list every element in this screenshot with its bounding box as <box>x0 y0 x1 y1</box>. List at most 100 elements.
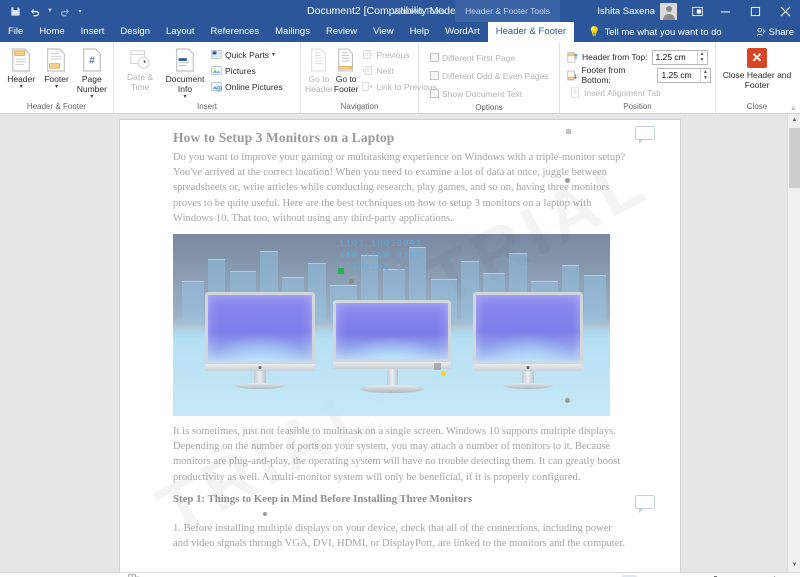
page-content[interactable]: How to Setup 3 Monitors on a Laptop Do y… <box>173 130 628 559</box>
close-button[interactable] <box>770 0 800 22</box>
go-to-footer-button[interactable]: Go to Footer <box>333 45 359 94</box>
comment-bubble-icon[interactable] <box>635 495 655 513</box>
group-label-position: Position <box>623 102 652 111</box>
selection-handle-box[interactable] <box>434 363 441 371</box>
chevron-down-icon[interactable]: ▾ <box>55 84 58 90</box>
document-page[interactable]: TRIAL TRIAL How to Setup 3 Monitors on a… <box>120 120 680 572</box>
header-from-top-row: Header from Top: 1.25 cm ▲ ▼ <box>567 49 711 65</box>
document-image[interactable]: 1101 10010001 110 1100 0111 1 001100 11 <box>173 234 610 417</box>
footer-from-bottom-stepper[interactable]: ▲ ▼ <box>700 68 710 82</box>
monitor-right <box>473 292 583 390</box>
header-button[interactable]: Header ▾ <box>4 45 38 90</box>
undo-dropdown-icon[interactable]: ▼ <box>46 2 54 20</box>
date-time-icon <box>130 50 150 69</box>
quick-parts-button[interactable]: Quick Parts ▾ <box>208 47 286 62</box>
ribbon-group-close: ✕ Close Header and Footer Close ▵ <box>716 42 798 113</box>
redo-icon[interactable] <box>56 2 74 20</box>
tab-references[interactable]: References <box>203 22 268 42</box>
tab-home[interactable]: Home <box>31 22 72 42</box>
group-label-header-footer: Header & Footer <box>26 102 87 111</box>
selection-handle-yellow[interactable] <box>441 371 446 377</box>
pictures-button[interactable]: Pictures <box>208 63 286 78</box>
document-paragraph-3: 1. Before installing multiple displays o… <box>173 522 626 550</box>
selection-handle-green[interactable] <box>338 268 344 275</box>
ribbon-group-header-footer: Header ▾ Footer ▾ # Page Number ▾ Header… <box>0 42 114 113</box>
different-odd-even-pages-checkbox[interactable]: Different Odd & Even Pages <box>427 68 552 83</box>
insert-alignment-tab-button[interactable]: Insert Alignment Tab <box>567 85 711 100</box>
binary-line-1: 1101 10010001 <box>339 239 423 250</box>
header-button-label: Header <box>7 74 36 84</box>
tab-insert[interactable]: Insert <box>73 22 113 42</box>
scroll-up-icon[interactable]: ▲ <box>788 114 800 127</box>
document-info-button[interactable]: Document Info ▾ <box>163 45 207 100</box>
language-indicator[interactable]: English (United States) <box>144 573 247 577</box>
minimize-button[interactable] <box>710 0 740 22</box>
footer-from-bottom-input[interactable]: 1.25 cm ▲ ▼ <box>657 67 711 83</box>
next-label: Next <box>376 65 394 76</box>
date-and-time-label: Date & Time <box>127 72 153 92</box>
tell-me-search[interactable]: 💡 Tell me what you want to do <box>588 22 722 42</box>
save-icon[interactable] <box>6 2 24 20</box>
vertical-scrollbar[interactable]: ▲ ▼ <box>787 114 800 572</box>
tab-help[interactable]: Help <box>402 22 438 42</box>
date-and-time-button[interactable]: Date & Time <box>118 45 162 92</box>
tab-header-and-footer[interactable]: Header & Footer <box>487 22 575 42</box>
show-document-text-checkbox[interactable]: Show Document Text <box>427 86 552 101</box>
link-to-previous-icon <box>362 82 374 91</box>
footer-button[interactable]: Footer ▾ <box>39 45 73 90</box>
quick-parts-label: Quick Parts <box>225 49 269 60</box>
next-section-icon <box>362 66 373 75</box>
heading-anchor-handle <box>566 129 571 134</box>
contextual-tab-titles: WordArt Tools Header & Footer Tools <box>382 0 560 22</box>
footer-button-label: Footer <box>44 74 69 84</box>
word-count[interactable]: 1764 words <box>64 573 124 577</box>
ribbon-tabs: File Home Insert Design Layout Reference… <box>0 22 800 42</box>
scrollbar-thumb[interactable] <box>789 128 800 188</box>
chevron-down-icon[interactable]: ▾ <box>20 84 23 90</box>
scroll-down-icon[interactable]: ▼ <box>788 559 800 572</box>
selection-handle-gray[interactable] <box>349 279 354 285</box>
insert-alignment-tab-label: Insert Alignment Tab <box>584 87 661 98</box>
tab-file[interactable]: File <box>0 22 32 42</box>
customize-quick-access-icon[interactable]: ▾ <box>76 2 84 20</box>
tab-layout[interactable]: Layout <box>158 22 203 42</box>
online-pictures-button[interactable]: Online Pictures <box>208 79 286 94</box>
page-number-icon: # <box>83 48 101 72</box>
proofing-errors-icon[interactable] <box>124 573 144 577</box>
undo-icon[interactable] <box>26 2 44 20</box>
footer-from-bottom-value: 1.25 cm <box>661 70 692 80</box>
tab-view[interactable]: View <box>365 22 401 42</box>
header-from-top-input[interactable]: 1.25 cm ▲ ▼ <box>651 49 708 65</box>
ribbon-display-options-icon[interactable] <box>684 0 710 22</box>
checkbox-icon <box>430 89 439 98</box>
go-to-header-button[interactable]: Go to Header <box>305 45 333 94</box>
tab-mailings[interactable]: Mailings <box>267 22 318 42</box>
go-to-footer-icon <box>338 48 353 72</box>
ribbon-group-options: Different First Page Different Odd & Eve… <box>419 42 560 113</box>
collapse-ribbon-icon[interactable]: ▵ <box>791 104 795 112</box>
image-anchor-dot <box>565 178 570 183</box>
tab-review[interactable]: Review <box>318 22 365 42</box>
chevron-down-icon[interactable]: ▾ <box>272 52 275 58</box>
header-from-top-stepper[interactable]: ▲ ▼ <box>696 50 707 64</box>
group-label-close: Close <box>746 102 768 111</box>
document-area[interactable]: TRIAL TRIAL How to Setup 3 Monitors on a… <box>0 114 800 572</box>
avatar[interactable] <box>660 2 677 20</box>
maximize-button[interactable] <box>740 0 770 22</box>
share-button[interactable]: Share <box>756 22 794 42</box>
document-info-label: Document Info <box>165 74 205 94</box>
footer-from-bottom-icon <box>567 70 577 80</box>
tab-design[interactable]: Design <box>112 22 158 42</box>
lightbulb-icon: 💡 <box>588 26 601 38</box>
different-first-page-checkbox[interactable]: Different First Page <box>427 50 552 65</box>
pictures-icon <box>211 66 222 75</box>
share-label: Share <box>768 26 794 38</box>
close-header-and-footer-button[interactable]: ✕ Close Header and Footer <box>721 45 793 90</box>
ribbon-group-insert: Date & Time Document Info ▾ Quick Parts … <box>114 42 301 113</box>
ribbon: Header ▾ Footer ▾ # Page Number ▾ Header… <box>0 42 800 114</box>
comment-bubble-icon[interactable] <box>635 126 655 144</box>
page-number-button[interactable]: # Page Number ▾ <box>75 45 109 100</box>
page-indicator[interactable]: Page 1 of 18 <box>0 573 64 577</box>
tab-wordart[interactable]: WordArt <box>437 22 488 42</box>
go-to-footer-label: Go to Footer <box>333 74 359 94</box>
